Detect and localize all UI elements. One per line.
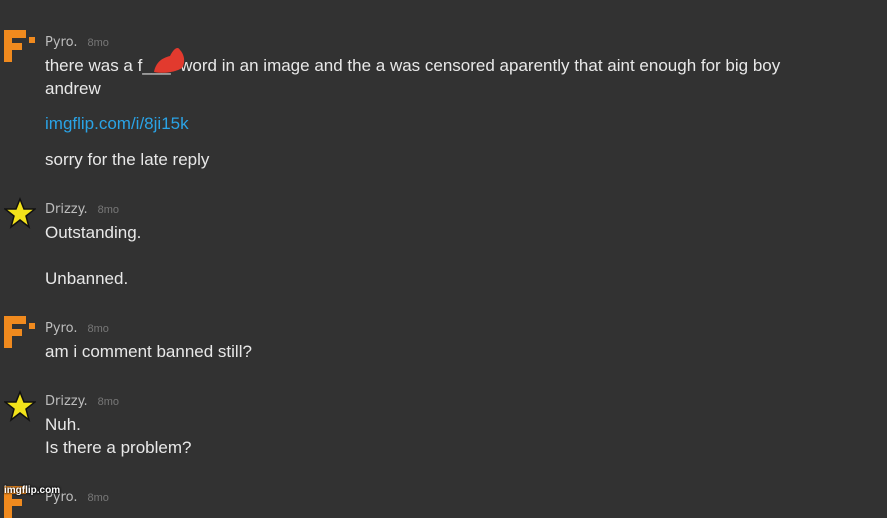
comment-text: Unbanned. [45, 269, 129, 288]
comment-text: Nuh. [45, 415, 81, 434]
top-fragment: x [44, 0, 53, 10]
comment-meta: Drizzy. 8mo [45, 201, 119, 217]
timestamp: 8mo [87, 323, 109, 335]
timestamp: 8mo [87, 37, 109, 49]
comment-text: sorry for the late reply [45, 150, 210, 169]
comment-meta: Drizzy. 8mo [45, 393, 119, 409]
username[interactable]: Pyro. [45, 35, 77, 50]
username[interactable]: Drizzy. [45, 202, 88, 217]
timestamp: 8mo [87, 492, 109, 504]
comment-meta: Pyro. 8mo [45, 34, 109, 50]
censor-scribble [150, 42, 188, 73]
username[interactable]: Drizzy. [45, 394, 88, 409]
comment-text: am i comment banned still? [45, 342, 252, 361]
username[interactable]: Pyro. [45, 321, 77, 336]
orange-f-icon[interactable] [4, 316, 36, 348]
image-link[interactable]: imgflip.com/i/8ji15k [45, 114, 189, 134]
timestamp: 8mo [97, 204, 119, 216]
comment-meta: Pyro. 8mo [45, 320, 109, 336]
yellow-star-icon[interactable] [4, 390, 36, 422]
comment-text: Outstanding. [45, 223, 142, 242]
comment-text: Is there a problem? [45, 438, 192, 457]
imgflip-watermark: imgflip.com [4, 485, 61, 496]
orange-f-icon[interactable] [4, 30, 36, 62]
timestamp: 8mo [97, 396, 119, 408]
comment-text: andrew [45, 79, 101, 98]
yellow-star-icon[interactable] [4, 197, 36, 229]
